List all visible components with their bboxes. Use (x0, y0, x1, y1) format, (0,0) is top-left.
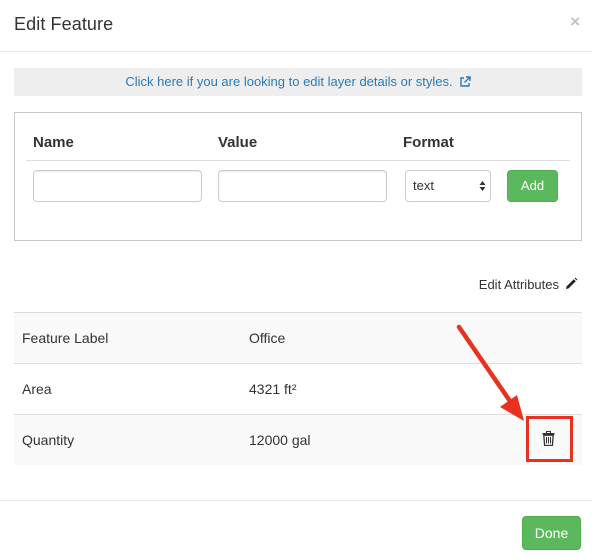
attributes-table: Feature Label Office Area 4321 ft² Quant… (14, 312, 582, 465)
edit-layer-link[interactable]: Click here if you are looking to edit la… (14, 68, 582, 96)
attribute-value: 12000 gal (249, 432, 311, 448)
close-button[interactable]: × (570, 13, 580, 30)
table-row: Quantity 12000 gal (14, 414, 582, 465)
attribute-label: Area (22, 381, 52, 397)
select-arrows-icon (479, 181, 486, 191)
add-button[interactable]: Add (507, 170, 558, 202)
attribute-value: 4321 ft² (249, 381, 297, 397)
name-column-header: Name (33, 134, 74, 151)
format-select[interactable]: text (405, 170, 491, 202)
value-input[interactable] (218, 170, 387, 202)
edit-attributes-label: Edit Attributes (478, 277, 559, 292)
external-link-icon (459, 76, 471, 87)
attribute-value: Office (249, 330, 286, 346)
done-button[interactable]: Done (522, 516, 581, 550)
footer-divider (0, 500, 592, 501)
annotation-highlight-box (526, 416, 573, 462)
format-column-header: Format (403, 134, 454, 151)
format-selected-value: text (413, 178, 434, 193)
name-input[interactable] (33, 170, 202, 202)
modal-header: Edit Feature × (0, 0, 592, 52)
attribute-label: Quantity (22, 432, 75, 448)
value-column-header: Value (218, 134, 258, 151)
edit-attributes-button[interactable]: Edit Attributes (478, 277, 578, 292)
add-attribute-form: Name Value Format text Add (14, 112, 582, 241)
pencil-icon (566, 277, 578, 289)
attribute-label: Feature Label (22, 330, 109, 346)
form-header-divider (26, 160, 570, 161)
edit-layer-link-text: Click here if you are looking to edit la… (125, 74, 453, 89)
table-row: Area 4321 ft² (14, 363, 582, 414)
table-row: Feature Label Office (14, 312, 582, 363)
modal-title: Edit Feature (14, 14, 114, 34)
